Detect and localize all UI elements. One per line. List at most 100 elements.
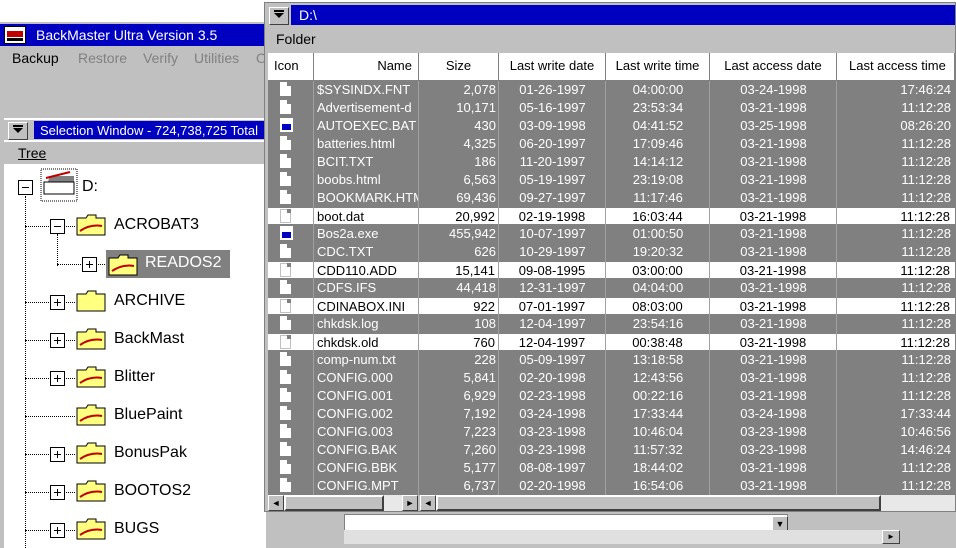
selection-system-menu-button[interactable]: [8, 122, 28, 140]
file-row[interactable]: CONFIG.002 7,192 03-24-1998 17:33:44 03-24-1…: [268, 405, 956, 423]
tree-toggle-blitter[interactable]: [50, 371, 65, 386]
tree-toggle-reados2[interactable]: [82, 257, 97, 272]
tree-item-bonuspak[interactable]: BonusPak: [114, 444, 187, 462]
file-row[interactable]: BCIT.TXT 186 11-20-1997 14:14:12 03-21-1998 1…: [268, 153, 956, 171]
file-icon-cell[interactable]: [268, 298, 314, 316]
tree-toggle-bootos2[interactable]: [50, 485, 65, 500]
column-separator[interactable]: [605, 81, 606, 495]
file-icon-cell[interactable]: [268, 262, 314, 280]
file-icon-cell[interactable]: [268, 405, 314, 423]
file-row[interactable]: chkdsk.log 108 12-04-1997 23:54:16 03-21-199…: [268, 315, 956, 333]
file-icon-cell[interactable]: [268, 153, 314, 171]
scroll-right-button[interactable]: ►: [402, 495, 418, 511]
name-scroll-thumb[interactable]: [284, 495, 384, 511]
file-row[interactable]: CDINABOX.INI 922 07-01-1997 08:03:00 03-21-1…: [268, 297, 956, 316]
column-separator[interactable]: [418, 81, 419, 495]
column-separator[interactable]: [709, 81, 710, 495]
file-icon-cell[interactable]: [268, 208, 314, 226]
column-separator[interactable]: [836, 81, 837, 495]
tree-item-backmast[interactable]: BackMast: [114, 330, 184, 348]
file-icon-cell[interactable]: [268, 225, 314, 243]
file-icon-cell[interactable]: [268, 279, 314, 297]
column-header-last-access-date[interactable]: Last access date: [710, 53, 837, 81]
tree-item-bootos2[interactable]: BOOTOS2: [114, 482, 191, 500]
file-row[interactable]: boot.dat 20,992 02-19-1998 16:03:44 03-21-19…: [268, 207, 956, 226]
file-row[interactable]: CONFIG.MPT 6,737 02-20-1998 16:54:06 03-21-1…: [268, 477, 956, 495]
file-icon-cell[interactable]: [268, 351, 314, 369]
file-icon-cell[interactable]: [268, 334, 314, 352]
file-icon-cell[interactable]: [268, 387, 314, 405]
root-collapse-toggle[interactable]: [18, 180, 33, 195]
main-titlebar[interactable]: BackMaster Ultra Version 3.5: [0, 24, 266, 46]
tree-item-acrobat3[interactable]: ACROBAT3: [114, 216, 199, 234]
name-column-hscroll[interactable]: ◄ ►: [268, 495, 418, 511]
details-hscroll[interactable]: ◄: [420, 495, 955, 511]
file-row[interactable]: AUTOEXEC.BAT 430 03-09-1998 04:41:52 03-25-1…: [268, 117, 956, 135]
menu-tree[interactable]: Tree: [18, 145, 46, 161]
app-logo-icon[interactable]: [4, 26, 26, 44]
main-scroll-right-button[interactable]: ►: [882, 530, 900, 544]
file-row[interactable]: BOOKMARK.HTM 69,436 09-27-1997 11:17:46 03-2…: [268, 189, 956, 207]
file-icon-cell[interactable]: [268, 315, 314, 333]
file-row[interactable]: $SYSINDX.FNT 2,078 01-26-1997 04:00:00 03-24…: [268, 81, 956, 99]
file-row[interactable]: CDFS.IFS 44,418 12-31-1997 04:04:00 03-21-19…: [268, 279, 956, 297]
column-header-last-write-date[interactable]: Last write date: [499, 53, 606, 81]
column-header-last-access-time[interactable]: Last access time: [837, 53, 955, 81]
tree-toggle-acrobat3[interactable]: [50, 219, 65, 234]
tree-toggle-backmast[interactable]: [50, 333, 65, 348]
file-row[interactable]: CONFIG.BAK 7,260 03-23-1998 11:57:32 03-23-1…: [268, 441, 956, 459]
column-separator[interactable]: [498, 81, 499, 495]
file-icon-cell[interactable]: [268, 243, 314, 261]
file-icon-cell[interactable]: [268, 99, 314, 117]
column-header-size[interactable]: Size: [419, 53, 499, 81]
scroll-left-button[interactable]: ◄: [268, 495, 284, 511]
file-icon-cell[interactable]: [268, 117, 314, 135]
file-row[interactable]: Advertisement-d 10,171 05-16-1997 23:53:34 0…: [268, 99, 956, 117]
file-row[interactable]: CONFIG.001 6,929 02-23-1998 00:22:16 03-21-1…: [268, 387, 956, 405]
file-row[interactable]: CDD110.ADD 15,141 09-08-1995 03:00:00 03-21-…: [268, 261, 956, 280]
tree-item-reados2[interactable]: READOS2: [145, 254, 221, 272]
tree-item-archive[interactable]: ARCHIVE: [114, 292, 185, 310]
tree-toggle-archive[interactable]: [50, 295, 65, 310]
file-icon-cell[interactable]: [268, 171, 314, 189]
file-icon-cell[interactable]: [268, 441, 314, 459]
tree-item-bluepaint[interactable]: BluePaint: [114, 406, 183, 424]
menu-verify[interactable]: Verify: [143, 50, 178, 66]
details-scroll-left-button[interactable]: ◄: [420, 495, 436, 511]
menu-utilities[interactable]: Utilities: [194, 50, 239, 66]
file-row[interactable]: Bos2a.exe 455,942 10-07-1997 01:00:50 03-21-…: [268, 225, 956, 243]
file-row[interactable]: CONFIG.003 7,223 03-23-1998 10:46:04 03-23-1…: [268, 423, 956, 441]
file-icon-cell[interactable]: [268, 135, 314, 153]
folder-system-menu-button[interactable]: [269, 7, 289, 25]
tree-toggle-bonuspak[interactable]: [50, 447, 65, 462]
file-row[interactable]: CONFIG.000 5,841 02-20-1998 12:43:56 03-21-1…: [268, 369, 956, 387]
menu-restore[interactable]: Restore: [78, 50, 127, 66]
file-icon-cell[interactable]: [268, 423, 314, 441]
tree-toggle-bugs[interactable]: [50, 523, 65, 538]
column-separator[interactable]: [313, 81, 314, 495]
details-scroll-thumb[interactable]: [436, 495, 881, 511]
file-icon-cell[interactable]: [268, 189, 314, 207]
file-row[interactable]: batteries.html 4,325 06-20-1997 17:09:46 03-…: [268, 135, 956, 153]
drive-icon[interactable]: [40, 168, 78, 202]
selection-titlebar[interactable]: Selection Window - 724,738,725 Total: [4, 120, 266, 140]
file-icon-cell[interactable]: [268, 477, 314, 495]
file-row[interactable]: CONFIG.BBK 5,177 08-08-1997 18:44:02 03-21-1…: [268, 459, 956, 477]
file-row[interactable]: comp-num.txt 228 05-09-1997 13:18:58 03-21-1…: [268, 351, 956, 369]
menu-backup[interactable]: Backup: [12, 50, 59, 66]
tree-item-bugs[interactable]: BUGS: [114, 520, 159, 538]
menu-folder[interactable]: Folder: [276, 31, 316, 47]
file-icon-cell[interactable]: [268, 459, 314, 477]
drive-label[interactable]: D:: [82, 178, 98, 196]
folder-titlebar[interactable]: D:\: [265, 3, 955, 27]
tree-item-blitter[interactable]: Blitter: [114, 368, 155, 386]
file-row[interactable]: chkdsk.old 760 12-04-1997 00:38:48 03-21-199…: [268, 333, 956, 352]
file-icon-cell[interactable]: [268, 369, 314, 387]
file-icon-cell[interactable]: [268, 81, 314, 99]
file-row[interactable]: CDC.TXT 626 10-29-1997 19:20:32 03-21-1998 11…: [268, 243, 956, 261]
column-header-icon[interactable]: Icon: [268, 53, 314, 81]
main-hscroll[interactable]: [344, 530, 900, 544]
column-header-last-write-time[interactable]: Last write time: [606, 53, 710, 81]
file-row[interactable]: boobs.html 6,563 05-19-1997 23:19:08 03-21-1…: [268, 171, 956, 189]
file-list[interactable]: $SYSINDX.FNT 2,078 01-26-1997 04:00:00 03-24…: [268, 81, 956, 495]
